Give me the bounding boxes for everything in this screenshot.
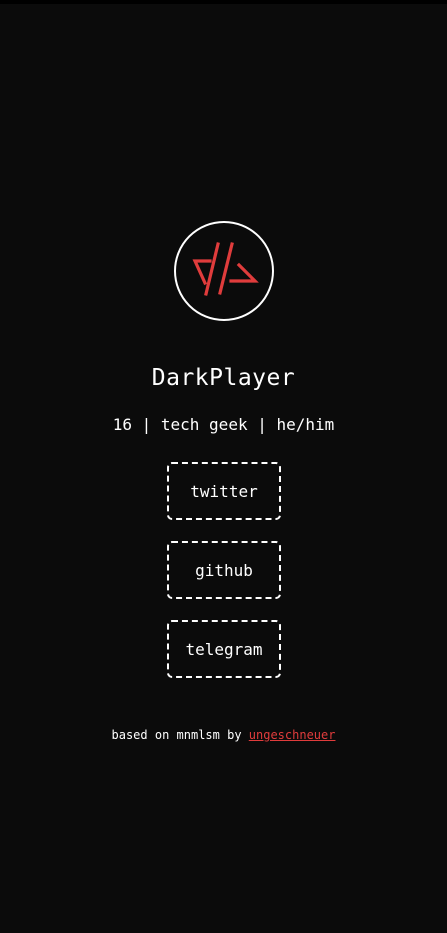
profile-bio: 16 | tech geek | he/him [112, 415, 335, 434]
twitter-link-label: twitter [190, 481, 258, 501]
telegram-link-label: telegram [185, 639, 263, 659]
github-link-button[interactable]: github [167, 541, 281, 599]
twitter-link-button[interactable]: twitter [167, 462, 281, 520]
github-link-label: github [195, 560, 253, 580]
footer-credit: based on mnmlsm by ungeschneuer [0, 726, 447, 744]
footer-prefix: based on mnmlsm by [111, 728, 249, 742]
profile-name: DarkPlayer [151, 365, 296, 391]
avatar [174, 221, 274, 321]
dp-logo-icon [192, 242, 259, 296]
telegram-link-button[interactable]: telegram [167, 620, 281, 678]
top-bar [0, 0, 447, 4]
footer-author-link[interactable]: ungeschneuer [249, 728, 336, 742]
